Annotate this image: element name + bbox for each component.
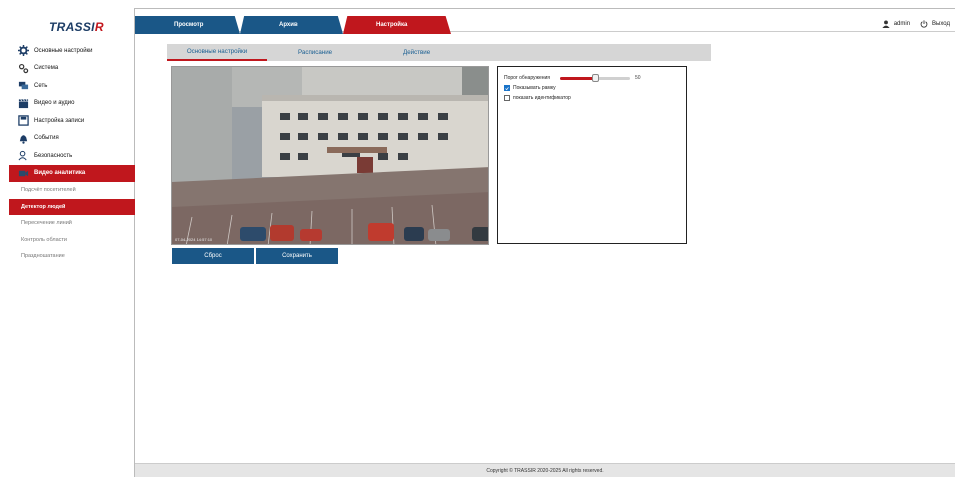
save-button-label: Сохранить bbox=[282, 253, 312, 259]
video-timestamp: 07-04-2024 14:57:10 bbox=[175, 237, 213, 242]
threshold-slider-knob[interactable] bbox=[591, 73, 599, 82]
top-navigation: Просмотр Архив Настройка admin Выход bbox=[135, 8, 955, 34]
sidebar-item-label: Сеть bbox=[34, 82, 48, 89]
show-id-label: показать идентификатор bbox=[513, 95, 571, 101]
user-lock-icon bbox=[18, 150, 29, 161]
subitem-line-crossing[interactable]: Пересечение линий bbox=[9, 215, 135, 232]
threshold-label: Порог обнаружения bbox=[504, 75, 551, 81]
tab-view[interactable]: Просмотр bbox=[135, 16, 240, 34]
check-icon bbox=[505, 86, 509, 90]
save-button[interactable]: Сохранить bbox=[256, 248, 338, 264]
footer: Copyright © TRASSIR 2020-2025 All rights… bbox=[135, 463, 955, 477]
reset-button-label: Сброс bbox=[204, 253, 222, 259]
show-frame-row: Показывать рамку bbox=[504, 83, 680, 93]
gears-icon bbox=[18, 63, 29, 74]
sidebar-item-network[interactable]: Сеть bbox=[9, 77, 135, 95]
tab-archive[interactable]: Архив bbox=[240, 16, 343, 34]
subitem-label: Пересечение линий bbox=[21, 220, 72, 227]
disk-icon bbox=[18, 115, 29, 126]
detector-settings-panel: Порог обнаружения 50 Показывать рамку по… bbox=[497, 66, 687, 244]
subitem-label: Подсчёт посетителей bbox=[21, 187, 76, 194]
network-icon bbox=[18, 80, 29, 91]
threshold-slider[interactable] bbox=[560, 73, 631, 82]
user-icon bbox=[882, 20, 890, 28]
analytics-icon bbox=[18, 168, 29, 179]
threshold-value: 50 bbox=[635, 75, 641, 81]
show-frame-checkbox[interactable] bbox=[504, 85, 510, 91]
tab-view-label: Просмотр bbox=[174, 22, 204, 28]
sidebar-item-label: Безопасность bbox=[34, 152, 73, 159]
subitem-area-control[interactable]: Контроль области bbox=[9, 232, 135, 249]
threshold-slider-fill bbox=[560, 76, 596, 80]
camera-image bbox=[172, 67, 488, 244]
subitem-visitor-count[interactable]: Подсчёт посетителей bbox=[9, 182, 135, 199]
trassir-logo: TRASSIR bbox=[49, 20, 104, 34]
subitem-loitering[interactable]: Праздношатание bbox=[9, 248, 135, 265]
user-area: admin Выход bbox=[882, 20, 950, 28]
video-preview[interactable]: 07-04-2024 14:57:10 bbox=[171, 66, 489, 245]
subitem-label: Контроль области bbox=[21, 236, 67, 243]
tab-schedule[interactable]: Расписание bbox=[298, 44, 332, 61]
tab-action-label: Действие bbox=[403, 49, 431, 56]
sidebar-item-video-audio[interactable]: Видео и аудио bbox=[9, 95, 135, 113]
settings-subtabs: Основные настройки Расписание Действие bbox=[167, 44, 711, 61]
username[interactable]: admin bbox=[894, 21, 910, 27]
tab-action[interactable]: Действие bbox=[403, 44, 430, 61]
sidebar-menu: Основные настройки Система Сеть Видео и … bbox=[9, 42, 135, 265]
subitem-label: Детектор людей bbox=[21, 203, 66, 210]
reset-button[interactable]: Сброс bbox=[172, 248, 254, 264]
show-id-checkbox[interactable] bbox=[504, 95, 510, 101]
subitem-people-detector[interactable]: Детектор людей bbox=[9, 198, 135, 215]
sidebar-item-label: Видео и аудио bbox=[34, 100, 75, 107]
sidebar-item-label: События bbox=[34, 135, 59, 142]
gear-icon bbox=[18, 45, 29, 57]
sidebar-item-video-analytics[interactable]: Видео аналитика bbox=[9, 164, 135, 182]
clapper-icon bbox=[18, 98, 29, 109]
sidebar-item-label: Основные настройки bbox=[34, 47, 93, 54]
power-icon[interactable] bbox=[920, 20, 928, 28]
subitem-label: Праздношатание bbox=[21, 253, 65, 260]
sidebar-item-recording[interactable]: Настройка записи bbox=[9, 112, 135, 130]
tab-basic-settings-label: Основные настройки bbox=[186, 48, 248, 55]
tab-settings[interactable]: Настройка bbox=[343, 16, 451, 34]
sidebar-item-label: Настройка записи bbox=[34, 117, 85, 124]
bell-icon bbox=[18, 133, 29, 144]
tab-basic-settings[interactable]: Основные настройки bbox=[167, 44, 267, 61]
tab-settings-label: Настройка bbox=[376, 22, 408, 28]
sidebar-item-label: Видео аналитика bbox=[34, 170, 86, 177]
show-frame-label: Показывать рамку bbox=[513, 85, 556, 91]
copyright-text: Copyright © TRASSIR 2020-2025 All rights… bbox=[486, 467, 604, 474]
threshold-row: Порог обнаружения 50 bbox=[504, 73, 680, 83]
tab-archive-label: Архив bbox=[279, 22, 298, 28]
sidebar: TRASSIR Основные настройки Система Сеть … bbox=[9, 8, 135, 477]
logout-link[interactable]: Выход bbox=[932, 21, 950, 27]
sidebar-item-basic-settings[interactable]: Основные настройки bbox=[9, 42, 135, 60]
sidebar-item-security[interactable]: Безопасность bbox=[9, 147, 135, 165]
sidebar-item-events[interactable]: События bbox=[9, 130, 135, 148]
tab-schedule-label: Расписание bbox=[298, 49, 333, 56]
sidebar-item-label: Система bbox=[34, 65, 59, 72]
sidebar-item-system[interactable]: Система bbox=[9, 60, 135, 78]
show-id-row: показать идентификатор bbox=[504, 93, 680, 103]
